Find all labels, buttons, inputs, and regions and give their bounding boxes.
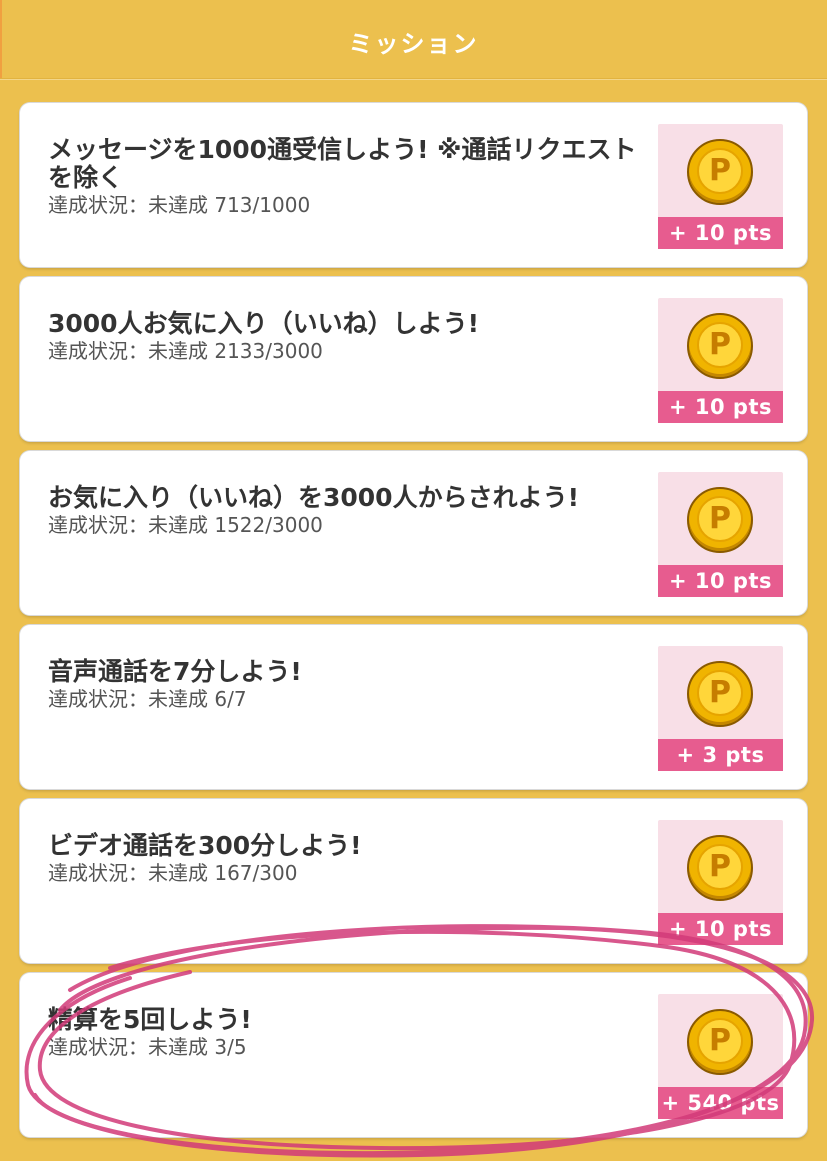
mission-card-2[interactable]: 3000人お気に入り（いいね）しよう! 達成状況：未達成 2133/3000 P… — [20, 277, 807, 441]
reward-points: + 3 pts — [658, 739, 783, 771]
coin-letter: P — [697, 148, 743, 194]
coin-p-icon: P — [687, 139, 753, 205]
mission-card-3[interactable]: お気に入り（いいね）を3000人からされよう! 達成状況：未達成 1522/30… — [20, 451, 807, 615]
reward-points: + 10 pts — [658, 391, 783, 423]
mission-title: 3000人お気に入り（いいね）しよう! — [48, 309, 479, 338]
reward-box: P + 10 pts — [658, 820, 783, 945]
coin-p-icon: P — [687, 835, 753, 901]
mission-status: 達成状況：未達成 1522/3000 — [48, 513, 323, 537]
reward-box: P + 3 pts — [658, 646, 783, 771]
mission-title: お気に入り（いいね）を3000人からされよう! — [48, 483, 579, 512]
coin-p-icon: P — [687, 313, 753, 379]
mission-status: 達成状況：未達成 167/300 — [48, 861, 298, 885]
reward-box: P + 10 pts — [658, 298, 783, 423]
reward-points: + 10 pts — [658, 565, 783, 597]
mission-card-1[interactable]: メッセージを1000通受信しよう! ※通話リクエストを除く 達成状況：未達成 7… — [20, 103, 807, 267]
coin-letter: P — [697, 670, 743, 716]
mission-list: メッセージを1000通受信しよう! ※通話リクエストを除く 達成状況：未達成 7… — [20, 103, 807, 1147]
coin-p-icon: P — [687, 487, 753, 553]
reward-box: P + 10 pts — [658, 472, 783, 597]
page-title: ミッション — [348, 30, 479, 58]
coin-letter: P — [697, 496, 743, 542]
coin-letter: P — [697, 844, 743, 890]
coin-p-icon: P — [687, 1009, 753, 1075]
mission-card-6[interactable]: 精算を5回しよう! 達成状況：未達成 3/5 P + 540 pts — [20, 973, 807, 1137]
reward-points: + 540 pts — [658, 1087, 783, 1119]
mission-status: 達成状況：未達成 2133/3000 — [48, 339, 323, 363]
reward-points: + 10 pts — [658, 217, 783, 249]
coin-p-icon: P — [687, 661, 753, 727]
mission-title: 精算を5回しよう! — [48, 1005, 252, 1034]
reward-box: P + 540 pts — [658, 994, 783, 1119]
mission-status: 達成状況：未達成 3/5 — [48, 1035, 247, 1059]
reward-points: + 10 pts — [658, 913, 783, 945]
mission-card-5[interactable]: ビデオ通話を300分しよう! 達成状況：未達成 167/300 P + 10 p… — [20, 799, 807, 963]
mission-title: 音声通話を7分しよう! — [48, 657, 302, 686]
coin-letter: P — [697, 322, 743, 368]
header-bar: ミッション — [0, 0, 827, 79]
mission-status: 達成状況：未達成 6/7 — [48, 687, 247, 711]
mission-status: 達成状況：未達成 713/1000 — [48, 193, 311, 217]
mission-title: ビデオ通話を300分しよう! — [48, 831, 362, 860]
coin-letter: P — [697, 1018, 743, 1064]
mission-card-4[interactable]: 音声通話を7分しよう! 達成状況：未達成 6/7 P + 3 pts — [20, 625, 807, 789]
mission-title: メッセージを1000通受信しよう! ※通話リクエストを除く — [48, 135, 637, 192]
reward-box: P + 10 pts — [658, 124, 783, 249]
